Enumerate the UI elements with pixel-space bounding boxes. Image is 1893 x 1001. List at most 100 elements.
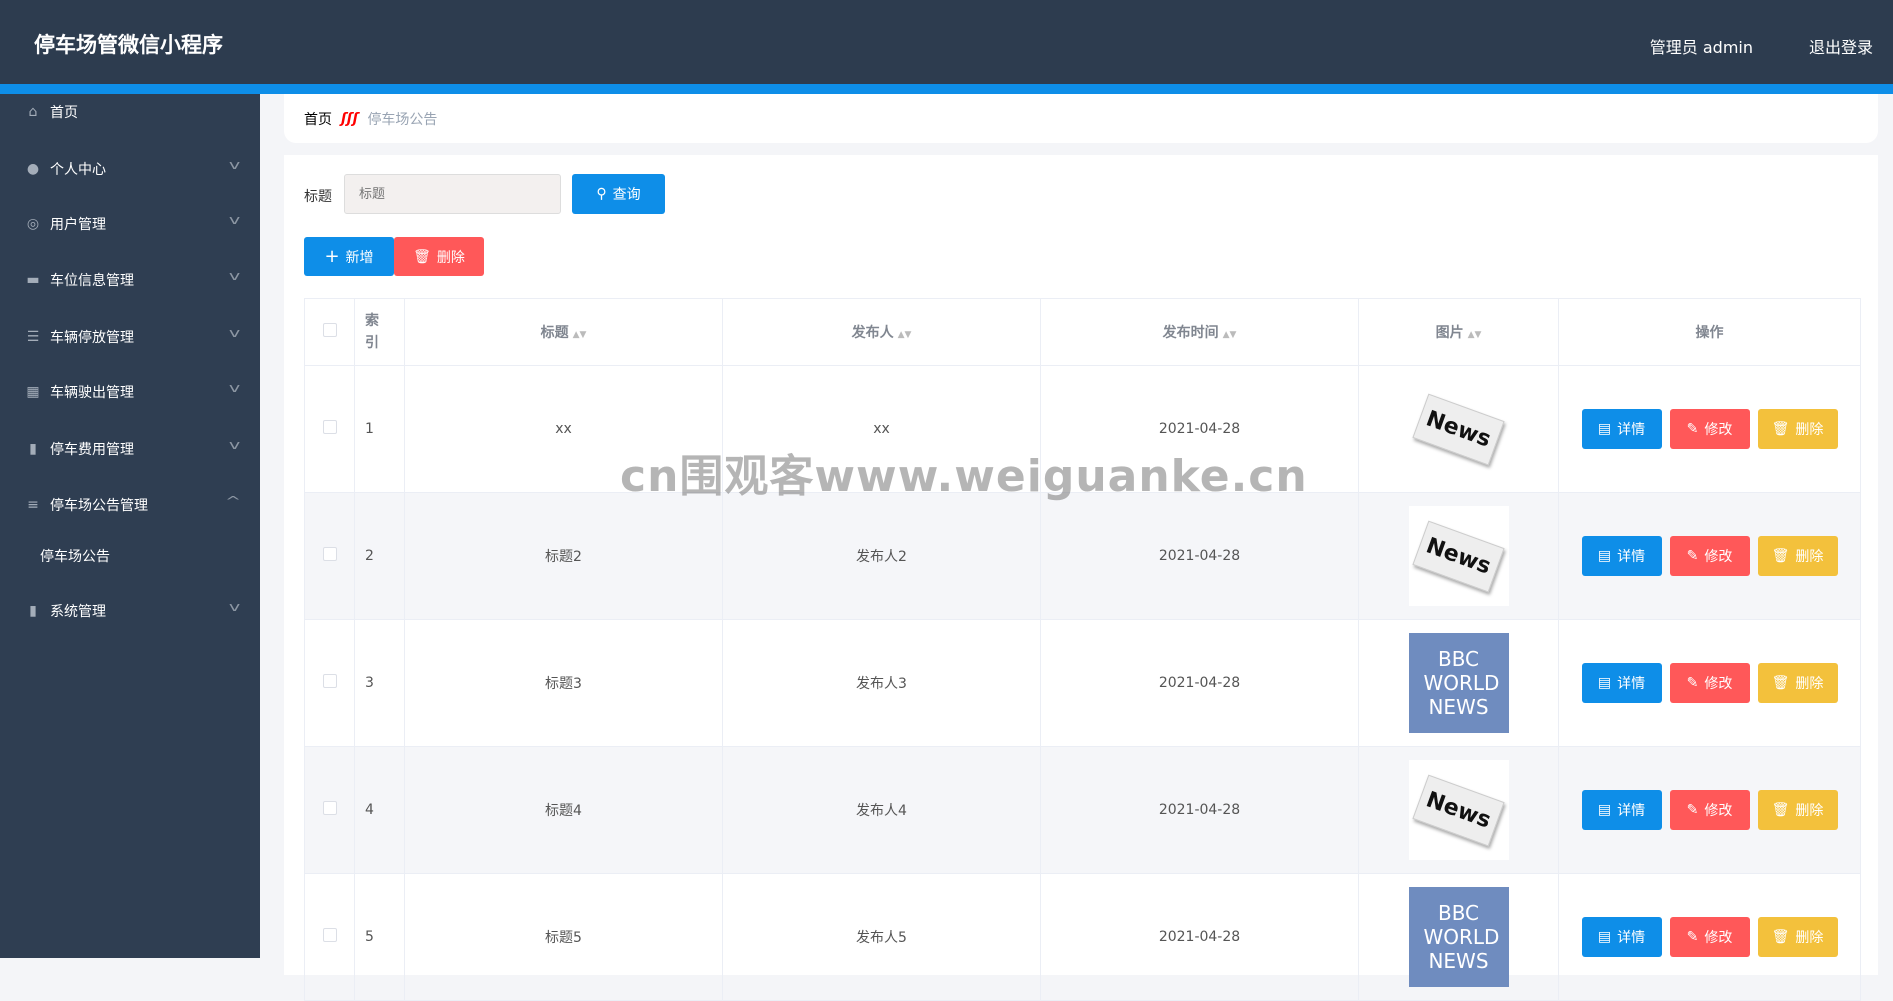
- sidebar: ⌂ 首页 ● 个人中心 v ◎ 用户管理 v ▬ 车位信息管理 v ☰ 车辆停放管理 v ▦ 车辆驶出管理 v ▮…: [0, 94, 260, 958]
- detail-button[interactable]: ▤ 详情: [1581, 663, 1662, 703]
- row-checkbox[interactable]: [322, 420, 337, 434]
- sidebar-subitem-notice[interactable]: 停车场公告: [0, 536, 260, 576]
- chevron-down-icon: v: [228, 381, 241, 395]
- sidebar-item-label: 停车场公告: [40, 549, 110, 565]
- cell-author: xx: [722, 365, 1041, 493]
- cell-index: 5: [354, 873, 405, 1001]
- cell-author: 发布人2: [722, 492, 1041, 620]
- cell-title: xx: [404, 365, 723, 493]
- edit-button[interactable]: ✎ 修改: [1669, 917, 1750, 957]
- lifebuoy-icon: ◎: [26, 216, 40, 232]
- chevron-down-icon: v: [228, 438, 241, 452]
- cell-actions: ▤ 详情 ✎ 修改 🗑 删除: [1558, 873, 1861, 1001]
- sidebar-item[interactable]: ▬ 车位信息管理 v: [0, 260, 260, 300]
- home-icon: ⌂: [28, 104, 38, 120]
- col-author[interactable]: 发布人 ▲▼: [722, 298, 1041, 366]
- edit-button[interactable]: ✎ 修改: [1669, 663, 1750, 703]
- chevron-down-icon: v: [228, 269, 241, 283]
- edit-button[interactable]: ✎ 修改: [1669, 409, 1750, 449]
- col-date[interactable]: 发布时间 ▲▼: [1040, 298, 1359, 366]
- logout-button[interactable]: 退出登录: [1809, 34, 1873, 58]
- table-row: 4 标题4 发布人4 2021-04-28 News ▤ 详情 ✎ 修改 🗑 删除: [304, 746, 1861, 874]
- cell-image: News: [1358, 746, 1559, 874]
- sidebar-item-label: 个人中心: [50, 162, 106, 178]
- bar-chart-icon: ▮: [29, 603, 37, 619]
- sidebar-item[interactable]: ⌂ 首页: [0, 92, 260, 132]
- cell-author: 发布人4: [722, 746, 1041, 874]
- main-card: 标题 ⚲查询 +新增 🗑删除 索引 标题▲▼ 发布人▲▼ 发布时间▲▼ 图片▲▼…: [284, 155, 1878, 1001]
- sidebar-item[interactable]: ≡ 停车场公告管理 ^: [0, 485, 260, 525]
- chevron-down-icon: v: [228, 326, 241, 340]
- sidebar-item[interactable]: ☰ 车辆停放管理 v: [0, 317, 260, 357]
- cell-date: 2021-04-28: [1040, 365, 1359, 493]
- search-title-label: 标题: [304, 189, 332, 205]
- table-header-row: 索引 标题 ▲▼ 发布人 ▲▼ 发布时间 ▲▼ 图片 ▲▼ 操作: [304, 298, 1861, 366]
- cell-image: News: [1358, 365, 1559, 493]
- cell-index: 1: [354, 365, 405, 493]
- add-button[interactable]: + 新增: [304, 237, 394, 276]
- query-button[interactable]: ⚲ 查询: [572, 174, 665, 214]
- plus-icon: +: [324, 246, 340, 267]
- monitor-icon: ▬: [26, 272, 40, 288]
- row-checkbox[interactable]: [322, 928, 337, 942]
- grid-icon: ▦: [26, 384, 40, 400]
- search-icon: ⚲: [596, 186, 607, 202]
- delete-button[interactable]: 🗑 删除: [1757, 790, 1838, 830]
- detail-button[interactable]: ▤ 详情: [1581, 409, 1662, 449]
- row-checkbox[interactable]: [322, 801, 337, 815]
- pencil-icon: ✎: [1686, 929, 1699, 945]
- sort-icon: ▲▼: [897, 330, 912, 340]
- pencil-icon: ✎: [1686, 548, 1699, 564]
- detail-button[interactable]: ▤ 详情: [1581, 917, 1662, 957]
- bars-icon: ▮: [29, 441, 37, 457]
- sidebar-item-system[interactable]: ▮ 系统管理 v: [0, 591, 260, 631]
- col-title[interactable]: 标题 ▲▼: [404, 298, 723, 366]
- col-image[interactable]: 图片 ▲▼: [1358, 298, 1559, 366]
- search-title-input[interactable]: [344, 174, 561, 214]
- accent-bar: [0, 84, 1893, 94]
- cell-actions: ▤ 详情 ✎ 修改 🗑 删除: [1558, 492, 1861, 620]
- delete-button[interactable]: 🗑 删除: [1757, 917, 1838, 957]
- row-checkbox[interactable]: [322, 547, 337, 561]
- chevron-down-icon: v: [228, 158, 241, 172]
- cell-index: 3: [354, 619, 405, 747]
- cell-date: 2021-04-28: [1040, 746, 1359, 874]
- cell-author: 发布人3: [722, 619, 1041, 747]
- table-row: 3 标题3 发布人3 2021-04-28 BBC WORLD NEWS ▤ 详情…: [304, 619, 1861, 747]
- news-thumbnail: News: [1408, 760, 1509, 860]
- sidebar-item-label: 首页: [50, 105, 78, 121]
- sidebar-item[interactable]: ▦ 车辆驶出管理 v: [0, 372, 260, 412]
- cell-title: 标题2: [404, 492, 723, 620]
- cell-index: 4: [354, 746, 405, 874]
- trash-icon: 🗑: [413, 248, 431, 265]
- delete-button[interactable]: 🗑 删除: [1757, 663, 1838, 703]
- table-row: 5 标题5 发布人5 2021-04-28 BBC WORLD NEWS ▤ 详情…: [304, 873, 1861, 1001]
- cell-title: 标题4: [404, 746, 723, 874]
- cell-image: BBC WORLD NEWS: [1358, 873, 1559, 1001]
- delete-button[interactable]: 🗑 删除: [1757, 409, 1838, 449]
- cell-date: 2021-04-28: [1040, 873, 1359, 1001]
- edit-button[interactable]: ✎ 修改: [1669, 536, 1750, 576]
- sidebar-item[interactable]: ● 个人中心 v: [0, 149, 260, 189]
- document-icon: ▤: [1597, 421, 1612, 437]
- cell-image: News: [1358, 492, 1559, 620]
- select-all-checkbox[interactable]: [322, 323, 337, 337]
- bbc-thumbnail: BBC WORLD NEWS: [1408, 887, 1509, 987]
- trash-icon: 🗑: [1771, 421, 1790, 437]
- batch-delete-button[interactable]: 🗑 删除: [394, 237, 484, 276]
- delete-button[interactable]: 🗑 删除: [1757, 536, 1838, 576]
- sidebar-item[interactable]: ◎ 用户管理 v: [0, 204, 260, 244]
- sort-icon: ▲▼: [572, 330, 587, 340]
- current-user: 管理员 admin: [1649, 38, 1753, 57]
- detail-button[interactable]: ▤ 详情: [1581, 790, 1662, 830]
- sidebar-item-label: 车辆停放管理: [50, 330, 134, 346]
- cell-image: BBC WORLD NEWS: [1358, 619, 1559, 747]
- user-icon: ●: [26, 161, 40, 177]
- row-checkbox[interactable]: [322, 674, 337, 688]
- edit-button[interactable]: ✎ 修改: [1669, 790, 1750, 830]
- detail-button[interactable]: ▤ 详情: [1581, 536, 1662, 576]
- cell-actions: ▤ 详情 ✎ 修改 🗑 删除: [1558, 619, 1861, 747]
- sidebar-item[interactable]: ▮ 停车费用管理 v: [0, 429, 260, 469]
- breadcrumb-home[interactable]: 首页: [304, 109, 332, 129]
- news-thumbnail: News: [1408, 379, 1509, 479]
